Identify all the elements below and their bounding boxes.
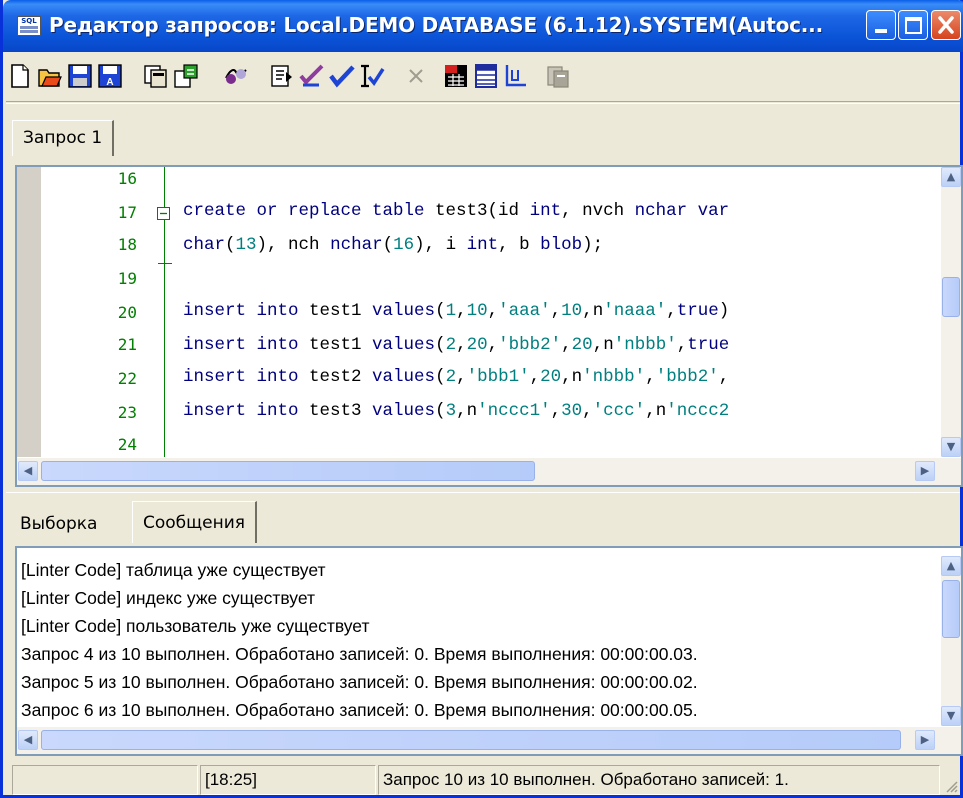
messages-hscroll-thumb[interactable] [41,730,901,750]
maximize-icon [905,17,922,34]
execute-step-button[interactable] [358,62,386,90]
line-number: 20 [117,303,137,322]
execute-button[interactable] [328,62,356,90]
messages-vertical-scrollbar[interactable]: ▲ ▼ [941,556,961,736]
line-number-gutter: 16 17 18 19 20 21 22 23 24 [17,167,147,457]
line-number: 22 [117,369,137,388]
copy-query-icon [144,65,167,88]
messages-panel[interactable]: [Linter Code] таблица уже существует [Li… [15,546,963,756]
sql-app-icon-label: SQL [21,17,37,25]
cancel-icon [409,69,423,83]
status-bar: [18:25] Запрос 10 из 10 выполнен. Обрабо… [6,763,960,795]
scroll-right-icon[interactable]: ▶ [915,461,935,481]
cursor-position: [18:25] [200,765,376,795]
scroll-up-icon[interactable]: ▲ [941,167,961,187]
save-icon [68,64,92,88]
query-editor-window: SQL Редактор запросов: Local.DEMO DATABA… [0,0,963,798]
editor-hscroll-thumb[interactable] [41,461,535,481]
chart-icon [505,65,526,87]
export-button[interactable] [544,62,572,90]
minimize-icon [875,29,887,33]
import-icon [174,64,198,88]
open-button[interactable] [36,62,64,90]
check-syntax-button[interactable] [298,62,326,90]
export-icon [547,66,569,88]
results-grid-button[interactable] [472,62,500,90]
cancel-button[interactable] [402,62,430,90]
sql-editor[interactable]: 16 17 18 19 20 21 22 23 24 create or rep… [15,165,963,487]
results-grid-icon [475,64,497,88]
close-button[interactable] [931,10,961,40]
close-icon [938,16,954,34]
line-number: 23 [117,403,137,422]
tab-query-1[interactable]: Запрос 1 [12,120,115,156]
line-number: 24 [117,435,137,454]
execute-icon [329,65,355,88]
code-line-21: insert into test1 values(2,20,'bbb2',20,… [183,335,730,355]
save-button[interactable] [66,62,94,90]
check-syntax-icon [299,64,324,87]
connect-icon [225,69,247,84]
scroll-down-icon[interactable]: ▼ [941,706,961,726]
line-number: 18 [117,235,137,254]
scroll-up-icon[interactable]: ▲ [941,556,961,576]
resize-grip-icon[interactable] [944,779,958,793]
new-query-button[interactable] [6,62,34,90]
message-line: [Linter Code] пользователь уже существуе… [21,616,370,636]
open-icon [38,69,62,87]
chart-button[interactable] [502,62,530,90]
window-title: Редактор запросов: Local.DEMO DATABASE (… [49,13,823,37]
message-line: Запрос 5 из 10 выполнен. Обработано запи… [21,672,698,692]
tab-messages[interactable]: Сообщения [132,501,258,543]
message-line: Запрос 6 из 10 выполнен. Обработано запи… [21,700,698,720]
explain-button[interactable] [442,62,470,90]
scroll-down-icon[interactable]: ▼ [941,437,961,457]
tab-selection[interactable]: Выборка [20,507,98,541]
message-line: [Linter Code] таблица уже существует [21,560,326,580]
new-icon [11,64,29,88]
line-number: 17 [117,203,137,222]
status-panel-blank [12,765,198,795]
message-line: [Linter Code] индекс уже существует [21,588,315,608]
message-line: Запрос 4 из 10 выполнен. Обработано запи… [21,644,698,664]
connect-button[interactable] [222,62,250,90]
code-line-23: insert into test3 values(3,n'nccc1',30,'… [183,401,730,421]
line-number: 19 [117,269,137,288]
save-as-button[interactable]: A [96,62,124,90]
copy-query-button[interactable] [142,62,170,90]
execute-step-icon [361,64,385,88]
messages-horizontal-scrollbar[interactable]: ◀ ▶ [17,726,961,754]
scroll-left-icon[interactable]: ◀ [18,730,38,750]
fold-end-marker [158,263,172,264]
scroll-left-icon[interactable]: ◀ [18,461,38,481]
messages-vscroll-thumb[interactable] [942,580,960,638]
title-bar[interactable]: SQL Редактор запросов: Local.DEMO DATABA… [3,0,963,52]
save-as-icon: A [98,64,122,88]
line-number: 21 [117,335,137,354]
code-line-20: insert into test1 values(1,10,'aaa',10,n… [183,301,730,321]
code-line-18: char(13), nch nchar(16), i int, b blob); [183,235,604,255]
code-line-22: insert into test2 values(2,'bbb1',20,n'n… [183,367,730,387]
sql-app-icon: SQL [17,16,41,36]
code-line-17: create or replace table test3(id int, nv… [183,201,730,221]
scroll-right-icon[interactable]: ▶ [915,730,935,750]
editor-vscroll-thumb[interactable] [942,277,960,317]
maximize-button[interactable] [898,10,928,40]
fold-collapse-icon[interactable] [157,207,171,221]
toolbar: A [6,52,960,102]
status-message: Запрос 10 из 10 выполнен. Обработано зап… [378,765,940,795]
bookmark-strip[interactable] [17,167,41,457]
svg-text:A: A [106,77,113,88]
run-file-button[interactable] [268,62,296,90]
run-file-icon [271,65,292,87]
editor-horizontal-scrollbar[interactable]: ◀ ▶ [17,457,961,485]
explain-icon [445,65,467,87]
import-button[interactable] [172,62,200,90]
minimize-button[interactable] [866,10,896,40]
line-number: 16 [117,169,137,188]
editor-tabs: Запрос 1 [6,103,960,167]
editor-vertical-scrollbar[interactable]: ▲ ▼ [941,167,961,457]
result-tabs: Выборка Сообщения [6,492,960,544]
